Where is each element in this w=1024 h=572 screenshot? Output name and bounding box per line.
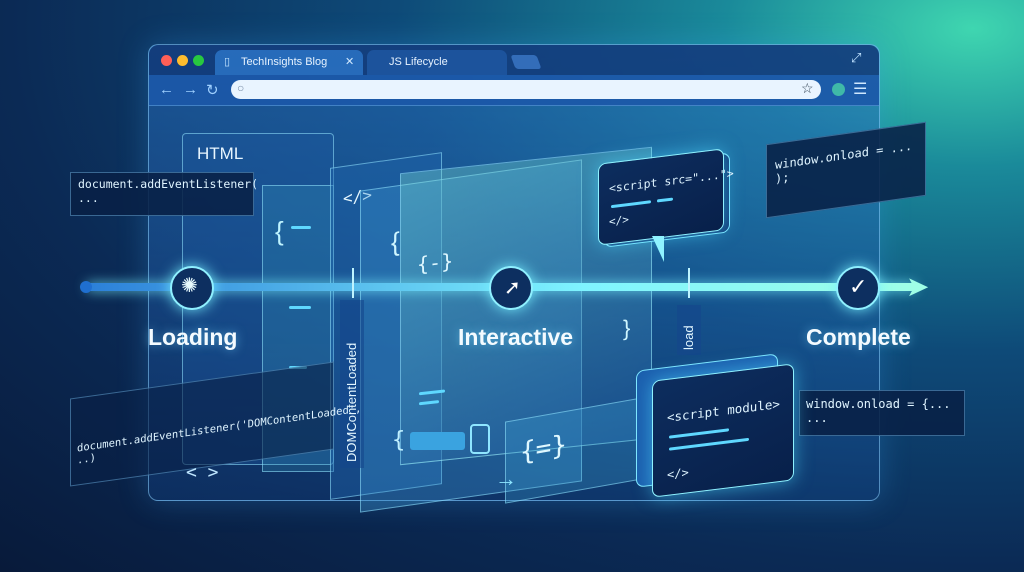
stage-loading: Loading bbox=[148, 324, 238, 350]
timeline-arrow-icon: ➤ bbox=[906, 271, 930, 302]
tab-bar: ▯ TechInsights Blog ✕ JS Lifecycle ⤢ bbox=[149, 45, 879, 75]
stage-complete: Complete bbox=[806, 324, 911, 350]
reload-icon[interactable]: ↻ bbox=[206, 81, 219, 99]
tab-close-icon[interactable]: ✕ bbox=[345, 50, 354, 75]
brace-pair-glyph: {=} bbox=[520, 429, 567, 468]
load-marker bbox=[688, 268, 690, 298]
onload-code-top: window.onload = ... ); bbox=[775, 138, 913, 186]
cursor-icon: ➚ bbox=[504, 277, 521, 299]
interactive-node: ➚ bbox=[489, 266, 533, 310]
script-module-card: <script module> </> bbox=[652, 363, 794, 498]
expand-icon[interactable]: ⤢ bbox=[851, 50, 861, 66]
bottom-brace: { bbox=[392, 428, 406, 453]
onload-code-bottom: window.onload = {... ... bbox=[806, 397, 951, 425]
tab-label: TechInsights Blog bbox=[241, 56, 328, 68]
forward-icon[interactable]: → bbox=[183, 81, 198, 98]
loading-node: ✺ bbox=[170, 266, 214, 310]
script-src-close: </> bbox=[609, 212, 629, 229]
tab-label: JS Lifecycle bbox=[389, 56, 448, 68]
html-panel-title: HTML bbox=[197, 144, 244, 163]
load-label: load bbox=[681, 325, 696, 350]
minimize-window-button[interactable] bbox=[177, 55, 188, 66]
profile-avatar[interactable] bbox=[832, 83, 845, 96]
progress-block bbox=[410, 432, 465, 450]
script-module-code: <script module> bbox=[667, 396, 780, 425]
dcl-marker bbox=[352, 268, 354, 298]
script-src-code: <script src="..."> bbox=[609, 166, 734, 196]
new-tab-button[interactable] bbox=[510, 55, 542, 69]
tab-techinsights[interactable]: ▯ TechInsights Blog ✕ bbox=[215, 50, 363, 75]
brace-close-glyph: } bbox=[623, 315, 631, 341]
brace-glyph: { bbox=[391, 226, 400, 258]
spinner-icon: ✺ bbox=[181, 275, 198, 297]
listener-code-top: document.addEventListener( ... bbox=[78, 177, 259, 205]
url-input[interactable]: ○ ☆ bbox=[231, 80, 821, 99]
bookmark-star-icon[interactable]: ☆ bbox=[801, 80, 814, 97]
script-src-card: <script src="..."> </> bbox=[598, 148, 734, 246]
brace-small-glyph: {-} bbox=[417, 248, 454, 277]
listener-bubble-top: document.addEventListener( ... bbox=[70, 172, 258, 216]
tab-js-lifecycle[interactable]: JS Lifecycle bbox=[367, 50, 507, 75]
menu-icon[interactable]: ☰ bbox=[853, 79, 867, 99]
search-icon: ○ bbox=[237, 81, 245, 95]
script-module-close: </> bbox=[667, 465, 689, 482]
brace-glyph: { bbox=[275, 216, 284, 246]
angle-brackets-icon: < > bbox=[186, 462, 219, 483]
back-icon[interactable]: ← bbox=[159, 81, 174, 98]
address-bar: ← → ↻ ○ ☆ ☰ bbox=[149, 75, 879, 106]
page-icon: ▯ bbox=[224, 56, 231, 68]
stage-interactive: Interactive bbox=[458, 324, 574, 350]
complete-node: ✓ bbox=[836, 266, 880, 310]
onload-bubble-bottom: window.onload = {... ... bbox=[799, 390, 965, 436]
bubble-tail bbox=[652, 236, 664, 262]
scroll-handle bbox=[470, 424, 490, 454]
maximize-window-button[interactable] bbox=[193, 55, 204, 66]
arrow-right-icon: → bbox=[495, 466, 517, 491]
check-icon: ✓ bbox=[849, 274, 868, 299]
timeline-start-dot bbox=[80, 281, 92, 293]
close-window-button[interactable] bbox=[161, 55, 172, 66]
